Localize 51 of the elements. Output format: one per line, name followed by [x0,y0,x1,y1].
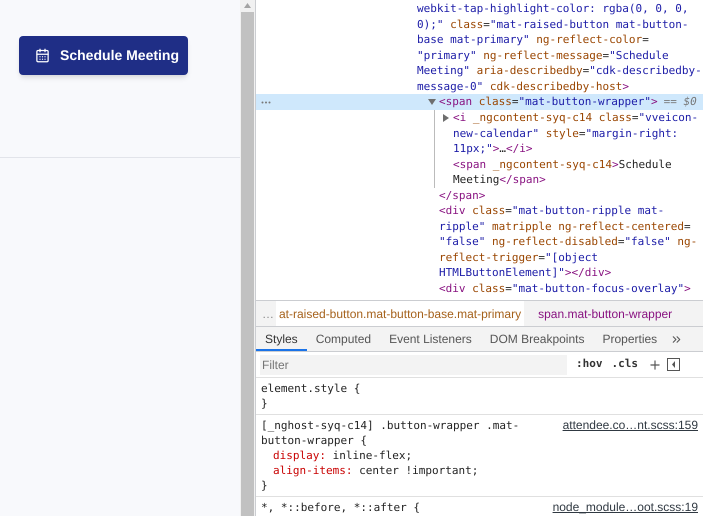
triangle-down-icon[interactable] [428,98,436,106]
panel-tab[interactable]: Event Listeners [380,327,481,351]
dom-line: HTMLButtonElement]"></div> [439,266,612,279]
calendar-icon [35,48,50,63]
selected-row[interactable]: <span class="mat-button-wrapper"> == $0 [256,94,703,110]
closing-brace: } [261,396,268,411]
sidebar-toggle-icon[interactable] [667,358,680,371]
console-reference: == $0 [664,94,697,110]
dom-line: Meeting</span> [453,173,546,186]
dom-line: Meeting" aria-describedby="cdk-describedby- [417,64,702,77]
dom-line: webkit-tap-highlight-color: rgba(0, 0, 0, [417,2,689,15]
new-rule-icon[interactable] [648,358,662,372]
css-selector: *, *::before, *::after { [261,500,420,515]
dom-line: <div class="mat-button-ripple mat- [439,204,664,217]
css-selector: element.style { [261,381,360,396]
dom-line: </span> [439,188,486,202]
dom-line: <span class="mat-button-wrapper"> [439,95,658,108]
dom-line: "primary" ng-reflect-message="Schedule [417,48,669,62]
closing-brace: } [261,478,268,493]
dom-line: "false" ng-reflect-disabled="false" ng- [439,235,698,248]
dom-line: 11px;">…</i> [453,142,532,155]
dom-line: <div class="mat-button-focus-overlay"> [439,282,691,294]
scroll-up-icon[interactable] [244,3,251,8]
breadcrumb[interactable]: span.mat-button-wrapper [524,301,686,326]
breadcrumb[interactable]: at-raised-button.mat-button-base.mat-primary [276,301,524,326]
css-declaration: display: inline-flex; [272,448,412,463]
source-link[interactable]: node_module…oot.scss:19 [552,500,698,515]
filter-toggle-button[interactable]: :hov [576,356,602,373]
schedule-meeting-button[interactable]: Schedule Meeting [19,36,188,75]
css-selector: [_nghost-syq-c14] .button-wrapper .mat- [261,418,520,433]
panel-tab[interactable]: Styles [256,327,307,351]
panel-tab[interactable]: Computed [306,327,380,351]
css-declaration: align-items: center !important; [272,463,478,478]
dom-line: <span _ngcontent-syq-c14>Schedule [453,158,672,170]
scrollbar[interactable] [240,0,255,516]
filter-input[interactable]: Filter [260,354,567,374]
dom-line: ripple" matripple ng-reflect-centered= [439,220,691,232]
filter-toggle-button[interactable]: .cls [612,356,638,373]
dom-line: 0);" class="mat-raised-button mat-button- [417,18,689,30]
dom-line: new-calendar" style="margin-right: [453,126,678,140]
more-icon[interactable] [261,101,271,104]
dom-line: <i _ngcontent-syq-c14 class="vveicon- [453,111,698,124]
dom-line: reflect-trigger="[object [439,250,598,264]
css-selector: button-wrapper { [261,433,367,448]
panel-tab[interactable]: Properties [593,327,666,351]
panel-tab[interactable]: DOM Breakpoints [480,327,594,351]
scrollbar-thumb[interactable] [241,12,254,516]
dom-line: base mat-primary" ng-reflect-color= [417,33,649,46]
source-link[interactable]: attendee.co…nt.scss:159 [562,418,698,448]
dom-line: message-0" cdk-describedby-host> [417,80,629,92]
triangle-right-icon[interactable] [442,114,450,122]
